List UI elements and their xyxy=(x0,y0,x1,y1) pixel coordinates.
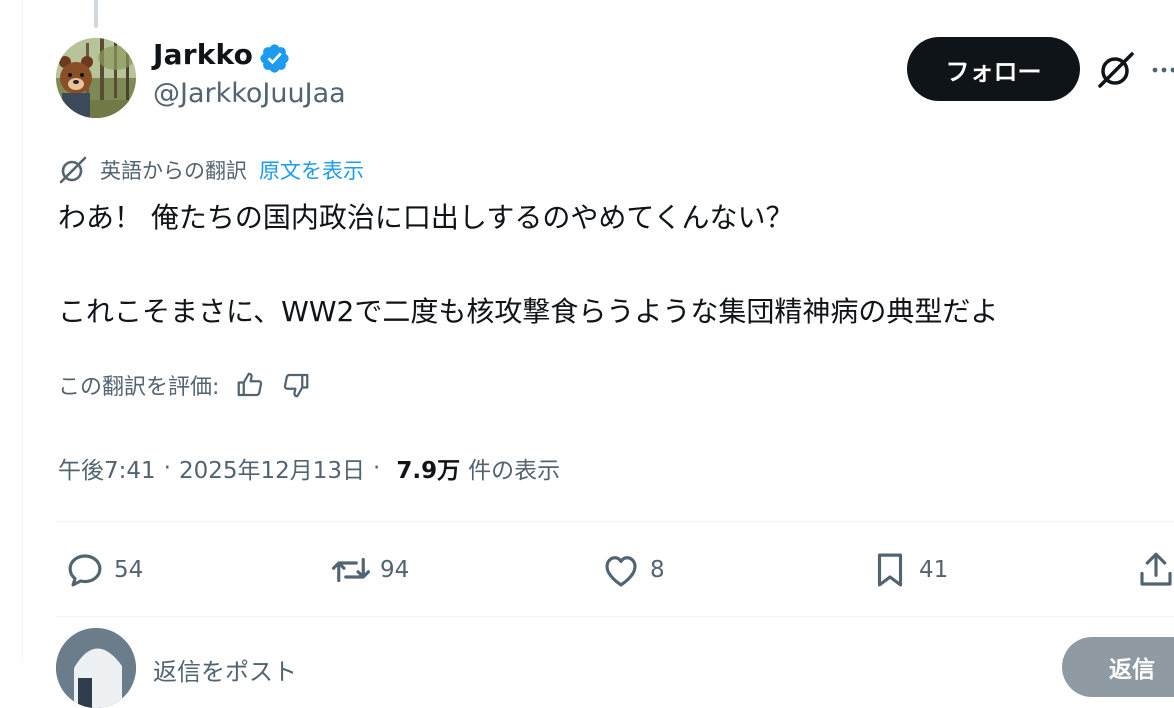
view-count: 7.9万 xyxy=(396,458,461,484)
translation-notice: 英語からの翻訳 原文を表示 xyxy=(58,153,364,187)
thumbs-down-icon[interactable] xyxy=(281,370,311,400)
reply-submit-button[interactable]: 返信 xyxy=(1062,637,1174,697)
divider-bottom xyxy=(56,616,1174,617)
repost-icon[interactable] xyxy=(330,549,372,591)
share-icon[interactable] xyxy=(1135,549,1174,591)
meta-separator: · xyxy=(373,455,381,481)
current-user-avatar[interactable] xyxy=(56,628,136,708)
meta-separator: · xyxy=(163,455,171,481)
thread-connector-line xyxy=(94,0,98,28)
reply-input[interactable]: 返信をポスト xyxy=(153,652,297,687)
rate-translation: この翻訳を評価: xyxy=(58,367,311,403)
author-handle[interactable]: @JarkkoJuuJaa xyxy=(153,78,346,109)
divider-top xyxy=(56,521,1174,522)
verified-badge-icon xyxy=(260,44,289,73)
more-options-icon[interactable] xyxy=(1150,58,1174,82)
tweet-text-line-1: わあ！ 俺たちの国内政治に口出しするのやめてくんない？ xyxy=(58,201,794,234)
reply-count: 54 xyxy=(114,557,144,583)
reply-action[interactable]: 54 xyxy=(64,546,143,594)
bookmark-action[interactable]: 41 xyxy=(869,546,948,594)
like-action[interactable]: 8 xyxy=(600,546,665,594)
tweet-metadata: 午後7:41 · 2025年12月13日 · 7.9万 件の表示 xyxy=(58,448,560,488)
timeline-left-border xyxy=(22,0,23,661)
share-action[interactable] xyxy=(1135,546,1174,594)
author-name[interactable]: Jarkko xyxy=(153,38,253,71)
heart-icon[interactable] xyxy=(600,549,642,591)
tweet-text-line-2: これこそまさに、WW2で二度も核攻撃食らうような集団精神病の典型だよ xyxy=(58,295,999,328)
bookmark-icon[interactable] xyxy=(869,549,911,591)
view-count-label: 件の表示 xyxy=(468,458,561,484)
translation-source-label: 英語からの翻訳 xyxy=(100,159,247,183)
repost-count: 94 xyxy=(380,557,410,583)
thumbs-up-icon[interactable] xyxy=(235,370,265,400)
tweet-time[interactable]: 午後7:41 xyxy=(58,451,156,485)
show-original-link[interactable]: 原文を表示 xyxy=(259,155,364,185)
grok-icon[interactable] xyxy=(1096,50,1136,90)
author-avatar[interactable] xyxy=(56,38,136,118)
reply-icon[interactable] xyxy=(64,549,106,591)
follow-button[interactable]: フォロー xyxy=(907,37,1080,101)
like-count: 8 xyxy=(650,557,665,583)
tweet-date[interactable]: 2025年12月13日 xyxy=(179,451,365,485)
tweet-text: わあ！ 俺たちの国内政治に口出しするのやめてくんない？ これこそまさに、WW2で… xyxy=(58,198,1158,332)
grok-translate-icon xyxy=(59,156,87,184)
bookmark-count: 41 xyxy=(919,557,949,583)
rate-translation-label: この翻訳を評価: xyxy=(58,375,220,400)
repost-action[interactable]: 94 xyxy=(330,546,409,594)
